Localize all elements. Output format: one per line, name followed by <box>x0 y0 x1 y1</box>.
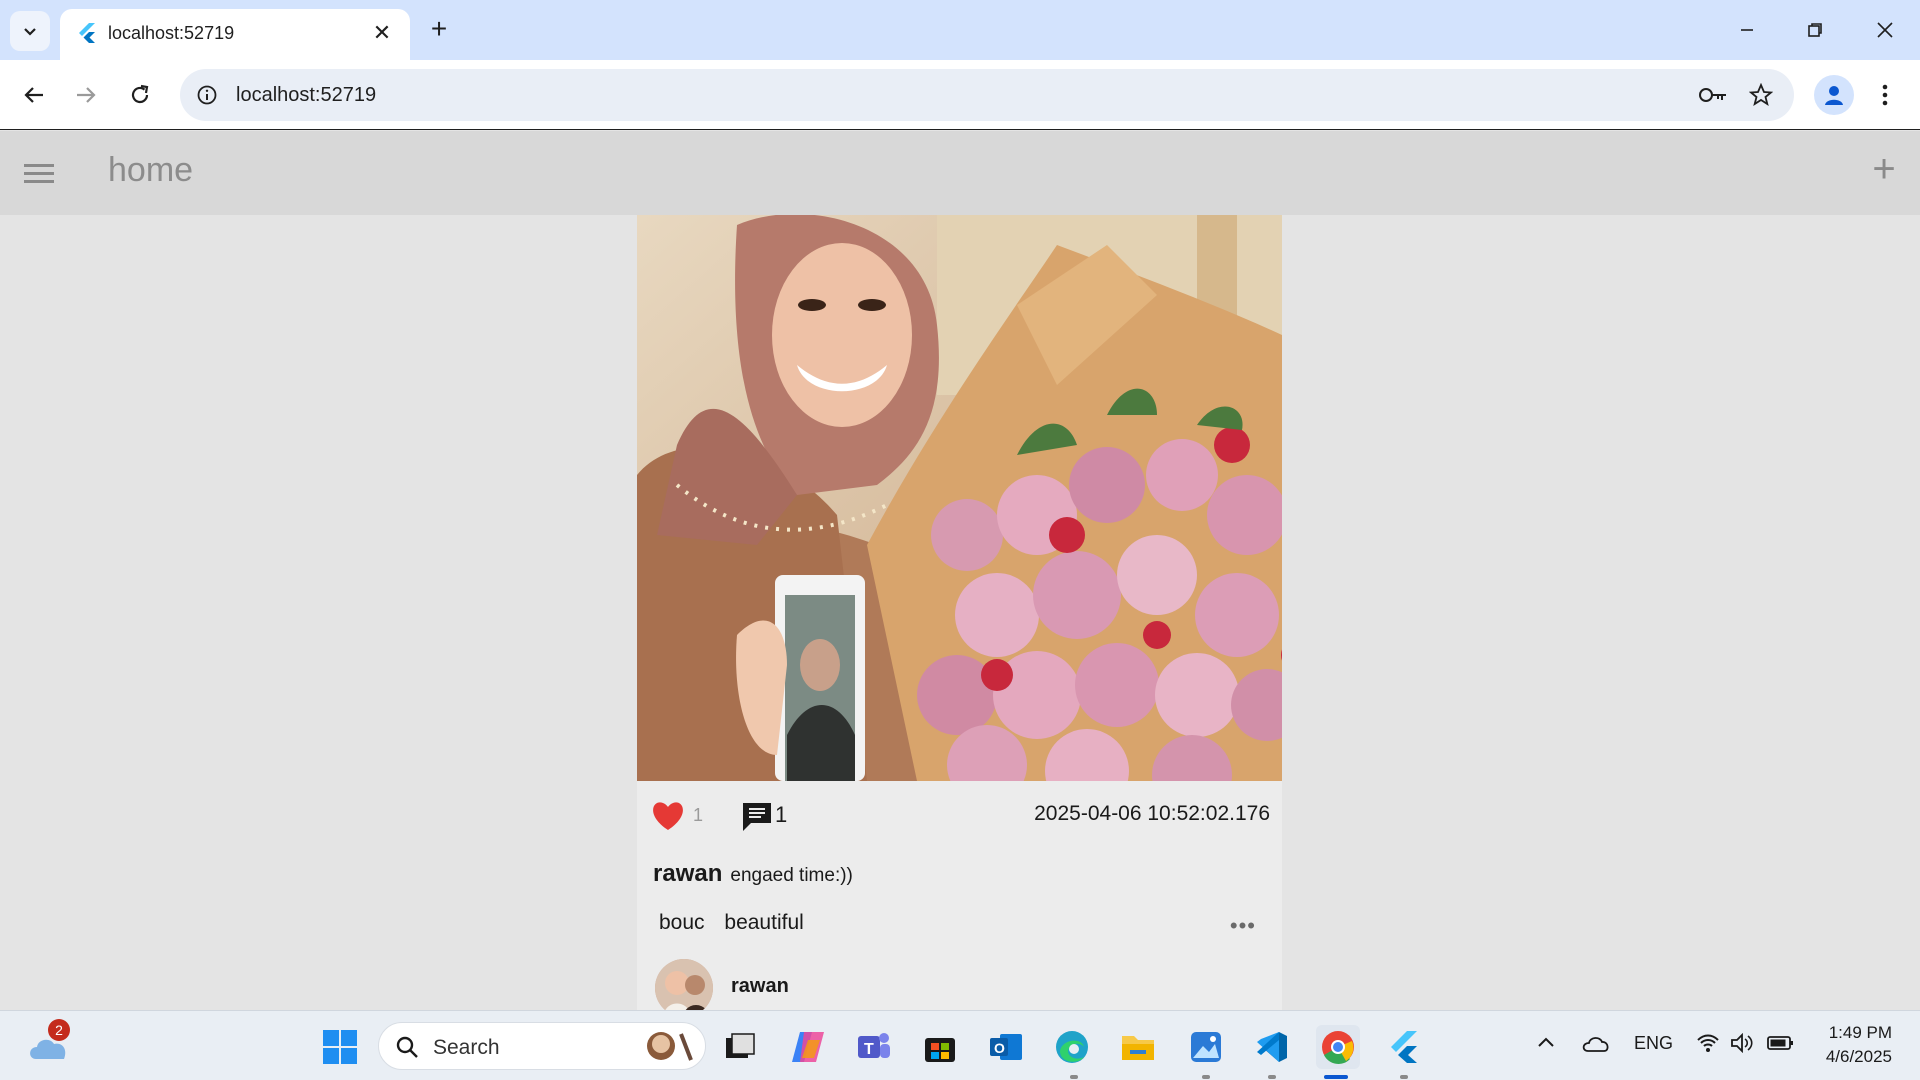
arrow-left-icon <box>24 87 43 103</box>
menu-icon[interactable] <box>24 159 60 189</box>
system-clock[interactable]: 1:49 PM 4/6/2025 <box>1826 1021 1892 1069</box>
password-key-icon[interactable] <box>1698 81 1728 109</box>
app-running-indicator <box>1268 1075 1276 1079</box>
post-actions: 1 1 2025-04-06 10:52:02.176 <box>637 795 1282 835</box>
post-card: 1 1 2025-04-06 10:52:02.176 rawan engaed … <box>637 215 1282 1010</box>
file-explorer-icon[interactable] <box>1116 1025 1160 1069</box>
close-tab-icon[interactable]: ✕ <box>368 19 396 47</box>
app-running-indicator <box>1202 1075 1210 1079</box>
svg-text:O: O <box>994 1040 1005 1056</box>
profile-avatar-icon[interactable] <box>1814 75 1854 115</box>
search-highlight-icon <box>647 1032 693 1061</box>
windows-start-icon[interactable] <box>318 1025 362 1069</box>
reload-button[interactable] <box>120 75 160 115</box>
post-timestamp: 2025-04-06 10:52:02.176 <box>1034 802 1270 825</box>
close-icon <box>1877 22 1893 38</box>
vscode-icon[interactable] <box>1250 1025 1294 1069</box>
taskbar-search[interactable]: Search <box>378 1022 706 1070</box>
tab-search-button[interactable] <box>10 11 50 51</box>
browser-tab[interactable]: localhost:52719 ✕ <box>60 9 410 60</box>
teams-icon[interactable]: T <box>852 1025 896 1069</box>
photos-icon[interactable] <box>1184 1025 1228 1069</box>
app-active-indicator <box>1324 1075 1348 1079</box>
back-button[interactable] <box>14 75 54 115</box>
bookmark-star-icon[interactable] <box>1746 81 1776 109</box>
chrome-icon[interactable] <box>1316 1025 1360 1069</box>
page-title: home <box>108 151 194 189</box>
flutter-icon[interactable] <box>1382 1025 1426 1069</box>
flutter-icon <box>79 23 95 43</box>
edge-icon[interactable] <box>1050 1025 1094 1069</box>
app-running-indicator <box>1400 1075 1408 1079</box>
feed: 1 1 2025-04-06 10:52:02.176 rawan engaed … <box>0 215 1920 1010</box>
minimize-button[interactable] <box>1724 10 1770 50</box>
windows-taskbar: 2 Search T O ENG 1:49 PM 4/6/2025 <box>0 1010 1920 1080</box>
post-author[interactable]: rawan <box>653 860 722 887</box>
more-options-icon[interactable]: ••• <box>1230 913 1256 939</box>
post-tags: bouc beautiful <box>659 911 818 935</box>
wifi-icon[interactable] <box>1696 1033 1720 1058</box>
site-info-icon[interactable] <box>192 80 222 110</box>
new-tab-button[interactable]: + <box>424 13 454 44</box>
app-bar: home + <box>0 131 1920 215</box>
forward-button[interactable] <box>66 75 106 115</box>
reload-icon <box>131 84 149 104</box>
comment-author[interactable]: rawan <box>731 975 789 998</box>
caption-text: engaed time:)) <box>730 865 853 886</box>
tag[interactable]: bouc <box>659 911 705 934</box>
add-post-button[interactable]: + <box>1864 149 1904 189</box>
battery-icon[interactable] <box>1766 1033 1794 1058</box>
onedrive-icon[interactable] <box>1582 1033 1610 1058</box>
clock-date: 4/6/2025 <box>1825 1047 1892 1066</box>
language-indicator[interactable]: ENG <box>1634 1033 1673 1054</box>
like-count: 1 <box>693 805 704 825</box>
address-bar[interactable]: localhost:52719 <box>180 69 1794 121</box>
avatar[interactable] <box>655 959 713 1010</box>
search-icon <box>396 1036 418 1058</box>
comment-count: 1 <box>775 802 788 827</box>
browser-menu-icon[interactable] <box>1870 75 1900 115</box>
task-view-icon[interactable] <box>718 1025 762 1069</box>
search-placeholder: Search <box>433 1036 500 1059</box>
close-window-button[interactable] <box>1862 10 1908 50</box>
comment-icon[interactable] <box>741 801 773 831</box>
chevron-down-icon <box>24 28 36 36</box>
svg-text:T: T <box>864 1041 874 1058</box>
browser-toolbar: localhost:52719 <box>0 60 1920 130</box>
clock-time: 1:49 PM <box>1828 1023 1892 1042</box>
copilot-icon[interactable] <box>786 1025 830 1069</box>
microsoft-store-icon[interactable] <box>918 1025 962 1069</box>
restore-icon <box>1808 23 1822 37</box>
minimize-icon <box>1741 29 1753 31</box>
arrow-right-icon <box>77 87 96 103</box>
browser-tabstrip: localhost:52719 ✕ + <box>0 0 1920 60</box>
post-image[interactable] <box>637 215 1282 781</box>
restore-button[interactable] <box>1792 10 1838 50</box>
tab-title: localhost:52719 <box>108 23 235 43</box>
heart-icon[interactable] <box>651 801 685 831</box>
notification-badge: 2 <box>48 1019 70 1041</box>
outlook-icon[interactable]: O <box>984 1025 1028 1069</box>
post-caption: rawan engaed time:)) <box>653 860 853 888</box>
volume-icon[interactable] <box>1730 1032 1754 1058</box>
tag[interactable]: beautiful <box>724 911 803 934</box>
show-hidden-icons-chevron-up-icon[interactable] <box>1536 1033 1556 1058</box>
app-running-indicator <box>1070 1075 1078 1079</box>
url-text[interactable]: localhost:52719 <box>236 84 376 107</box>
